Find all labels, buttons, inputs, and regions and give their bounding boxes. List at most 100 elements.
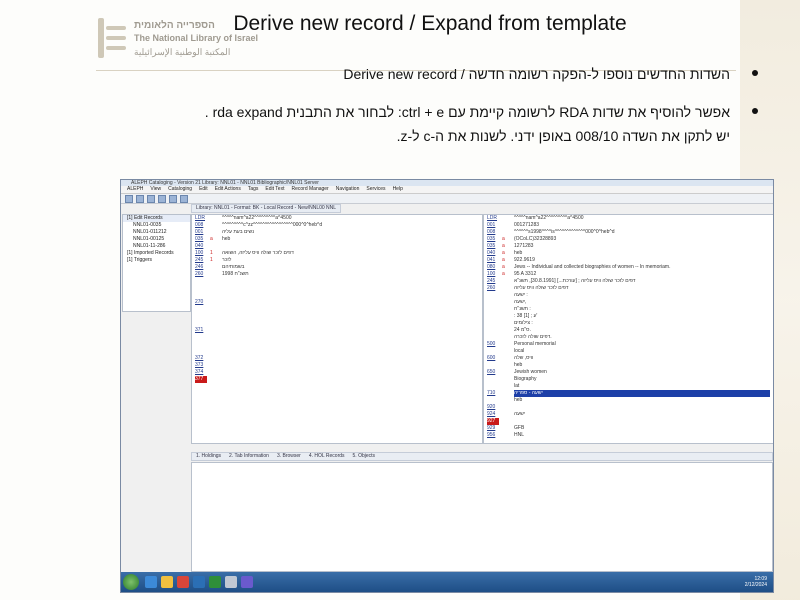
marc-field-row[interactable]: 040 a heb	[484, 250, 773, 257]
marc-field-row[interactable]	[192, 320, 482, 327]
marc-field-row[interactable]: local	[484, 348, 773, 355]
marc-field-row[interactable]: heb	[484, 362, 773, 369]
menu-item[interactable]: Help	[393, 186, 403, 192]
marc-tag[interactable]: 600	[487, 355, 499, 362]
marc-field-row[interactable]: 373	[192, 362, 482, 369]
record-tab[interactable]: Library: NNL01 - Format: BK - Local Reco…	[191, 204, 342, 213]
marc-value[interactable]: 24 ס"מ.	[514, 327, 770, 334]
marc-value[interactable]: Personal memorial	[514, 341, 770, 348]
marc-value[interactable]: ^^^^^^s1998^^^^is^^^^^^^^^^^^^000^0^heb^…	[514, 229, 770, 236]
marc-value[interactable]: צילומים :	[514, 320, 770, 327]
start-button-icon[interactable]	[123, 574, 139, 590]
marc-value[interactable]: ישעה	[514, 411, 770, 418]
marc-tag[interactable]: 035	[487, 236, 499, 243]
marc-tag[interactable]: 008	[487, 229, 499, 236]
marc-field-row[interactable]: 710 ישעה - ספריה	[484, 390, 773, 397]
marc-value[interactable]: דפים לזכר שולה וויס עליזה, השואה	[222, 250, 478, 257]
marc-value[interactable]: Biography	[514, 376, 770, 383]
menu-item[interactable]: Edit	[199, 186, 208, 192]
marc-field-row[interactable]: 920	[484, 404, 773, 411]
marc-field-row[interactable]: : 38 [1] ; ע'	[484, 313, 773, 320]
bottom-tab[interactable]: 3. Browser	[277, 453, 301, 459]
marc-tag[interactable]: 372	[195, 355, 207, 362]
marc-field-row[interactable]: צילומים :	[484, 320, 773, 327]
marc-tag[interactable]: 001	[195, 229, 207, 236]
marc-value[interactable]: lat	[514, 383, 770, 390]
marc-field-row[interactable]: 008 ^^^^^^^^^c^zz^^^^^^^^^^^^^^^^^000^0^h…	[192, 222, 482, 229]
marc-field-row[interactable]: LDR ^^^^^nam^a22^^^^^^^^^a^4500	[192, 215, 482, 222]
marc-field-row[interactable]	[192, 341, 482, 348]
menu-item[interactable]: View	[150, 186, 161, 192]
marc-value[interactable]: Jews -- Individual and collected biograp…	[514, 264, 770, 271]
tree-item[interactable]: NNL01-00125	[123, 236, 190, 243]
marc-tag[interactable]: 040	[195, 243, 207, 250]
marc-value[interactable]: דפים לזכר שולה וויס עליזה ; [עורכת...] […	[514, 278, 770, 285]
tree-item[interactable]: NNL01-0035	[123, 222, 190, 229]
marc-value[interactable]: לזכר	[222, 257, 478, 264]
menu-item[interactable]: Navigation	[336, 186, 360, 192]
tree-item[interactable]: NNL01-11-286	[123, 243, 190, 250]
marc-value[interactable]: GFB	[514, 425, 770, 432]
marc-value[interactable]: ישעה :	[514, 292, 770, 299]
marc-tag[interactable]: 001	[487, 222, 499, 229]
marc-field-row[interactable]: 924 ישעה	[484, 411, 773, 418]
tree-item[interactable]: [1] Triggers	[123, 257, 190, 264]
marc-value[interactable]: 1998 תשנ"ח	[222, 271, 478, 278]
marc-value[interactable]: : 38 [1] ; ע'	[514, 313, 770, 320]
marc-field-row[interactable]: 600 וויס, שלה	[484, 355, 773, 362]
marc-field-row[interactable]: Biography	[484, 376, 773, 383]
marc-value[interactable]: 001271283	[514, 222, 770, 229]
marc-field-row[interactable]: lat	[484, 383, 773, 390]
marc-value[interactable]: ^^^^^nam^a22^^^^^^^^^a^4500	[514, 215, 770, 222]
marc-tag[interactable]: 650	[487, 369, 499, 376]
marc-field-row[interactable]: 956 HNL	[484, 432, 773, 439]
marc-field-row[interactable]: 246 בשמותיהם	[192, 264, 482, 271]
marc-field-row[interactable]: 500 Personal memorial	[484, 341, 773, 348]
app-icon[interactable]	[241, 576, 253, 588]
marc-tag[interactable]: LDR	[487, 215, 499, 222]
marc-field-row[interactable]: 24 ס"מ.	[484, 327, 773, 334]
marc-value[interactable]: 1271283	[514, 243, 770, 250]
marc-tag[interactable]: 927	[487, 418, 499, 425]
marc-tag[interactable]: 710	[487, 390, 499, 397]
marc-value[interactable]: נשים בעת עליה	[222, 229, 478, 236]
marc-field-row[interactable]: 374	[192, 369, 482, 376]
bottom-tab[interactable]: 5. Objects	[353, 453, 376, 459]
marc-value[interactable]: ישעה - ספריה	[514, 390, 770, 397]
toolbar-icon[interactable]	[136, 194, 144, 203]
marc-tag[interactable]: LDR	[195, 215, 207, 222]
marc-field-row[interactable]: דפים שולה לזכרה.	[484, 334, 773, 341]
marc-field-row[interactable]: 245 1 לזכר	[192, 257, 482, 264]
menu-item[interactable]: Edit Actions	[215, 186, 241, 192]
marc-tag[interactable]: 041	[487, 257, 499, 264]
toolbar-icon[interactable]	[147, 194, 155, 203]
marc-value[interactable]: heb	[222, 236, 478, 243]
toolbar-icon[interactable]	[125, 194, 133, 203]
media-icon[interactable]	[177, 576, 189, 588]
marc-field-row[interactable]: 245 דפים לזכר שולה וויס עליזה ; [עורכת...…	[484, 278, 773, 285]
marc-tag[interactable]: 040	[487, 250, 499, 257]
bottom-tab[interactable]: 2. Tab Information	[229, 453, 269, 459]
toolbar-icon[interactable]	[169, 194, 177, 203]
marc-value[interactable]: heb	[514, 362, 770, 369]
marc-tag[interactable]: 245	[487, 278, 499, 285]
marc-tag[interactable]: 929	[487, 425, 499, 432]
marc-value[interactable]: דפים שולה לזכרה.	[514, 334, 770, 341]
marc-field-row[interactable]: 650 Jewish women	[484, 369, 773, 376]
marc-field-row[interactable]: 927	[484, 418, 773, 425]
marc-value[interactable]: בשמותיהם	[222, 264, 478, 271]
marc-field-row[interactable]	[192, 348, 482, 355]
menu-item[interactable]: Edit Text	[265, 186, 284, 192]
marc-field-row[interactable]: ישעה :	[484, 292, 773, 299]
marc-tag[interactable]: 377	[195, 376, 207, 383]
marc-value[interactable]: Jewish women	[514, 369, 770, 376]
menu-item[interactable]: ALEPH	[127, 186, 143, 192]
marc-field-row[interactable]: 371	[192, 327, 482, 334]
marc-field-row[interactable]: 001 001271283	[484, 222, 773, 229]
marc-field-row[interactable]: 260 דפים לזכר שולה וויס עליזה	[484, 285, 773, 292]
browser-icon[interactable]	[145, 576, 157, 588]
marc-field-row[interactable]: ישעה,	[484, 299, 773, 306]
folder-icon[interactable]	[161, 576, 173, 588]
toolbar-icon[interactable]	[158, 194, 166, 203]
marc-field-row[interactable]: 929 GFB	[484, 425, 773, 432]
